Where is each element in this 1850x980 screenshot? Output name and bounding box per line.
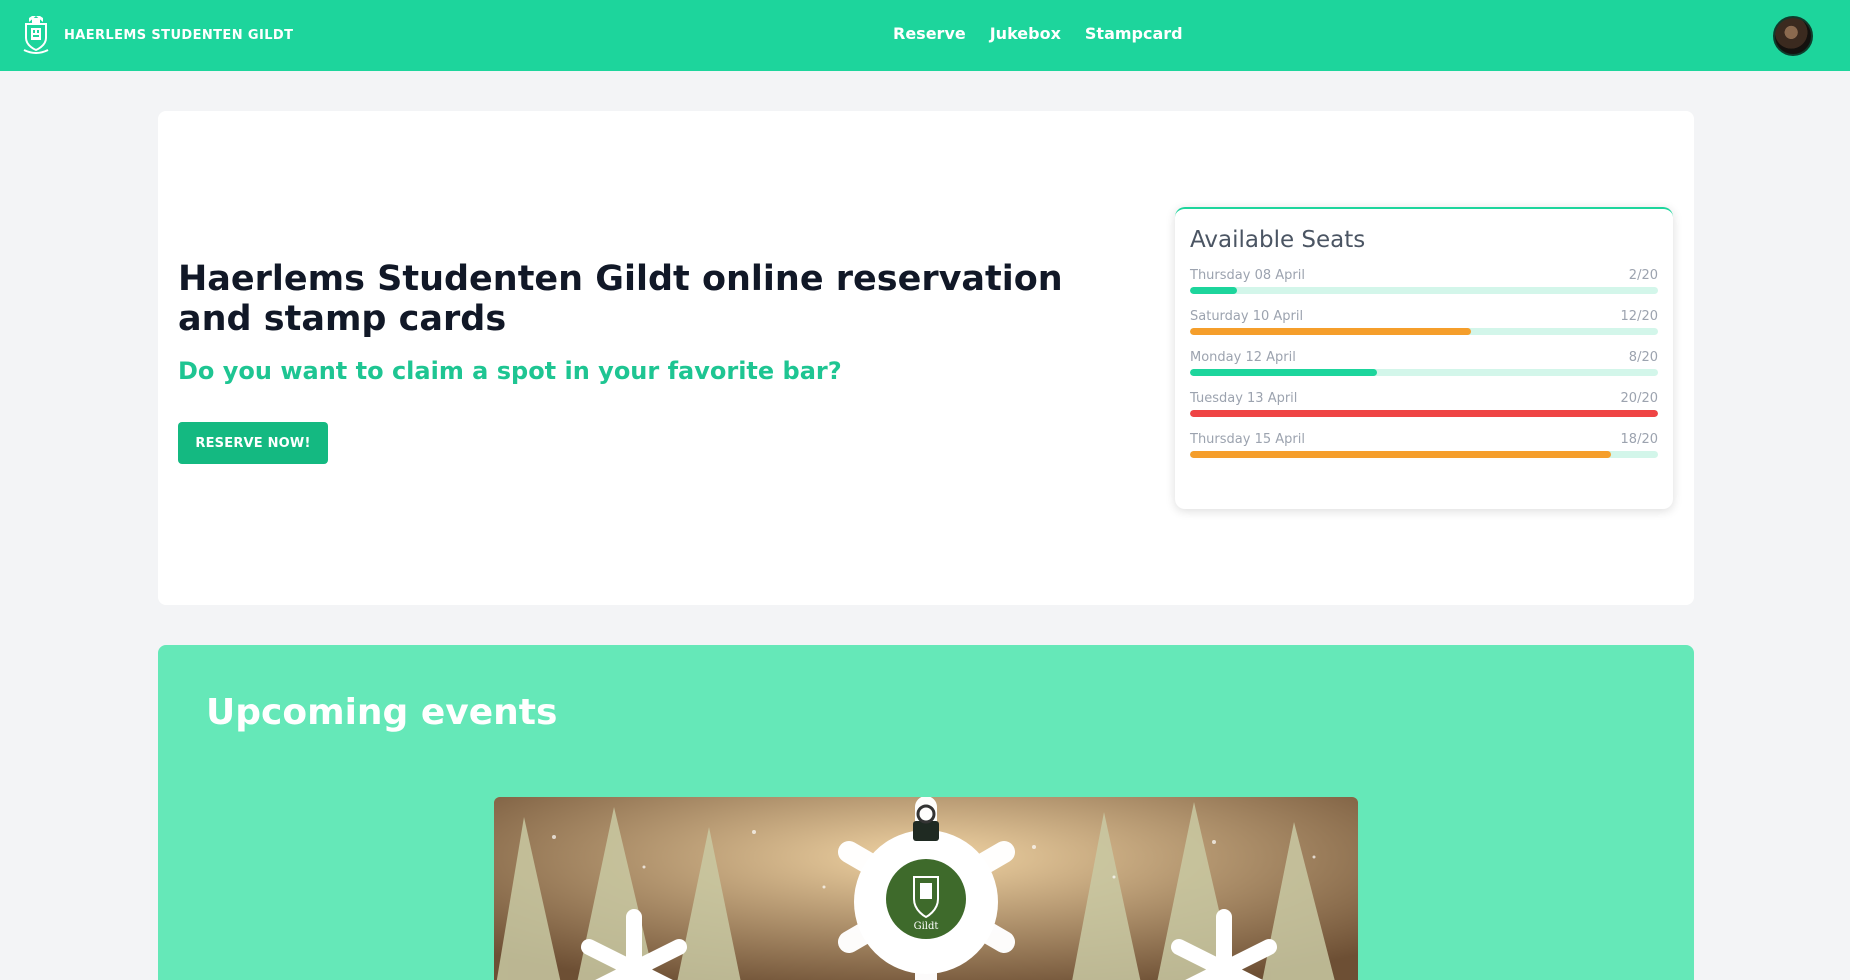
seat-date: Thursday 15 April — [1190, 432, 1305, 447]
seat-row: Tuesday 13 April 20/20 — [1190, 391, 1658, 417]
seat-progress-fill — [1190, 328, 1471, 335]
seat-row: Thursday 15 April 18/20 — [1190, 432, 1658, 458]
nav-link-jukebox[interactable]: Jukebox — [990, 24, 1061, 43]
seat-row: Thursday 08 April 2/20 — [1190, 268, 1658, 294]
seat-progress-fill — [1190, 451, 1612, 458]
seat-count: 2/20 — [1628, 268, 1658, 283]
nav-link-stampcard[interactable]: Stampcard — [1085, 24, 1183, 43]
seat-progress-track — [1190, 328, 1658, 335]
seat-row: Monday 12 April 8/20 — [1190, 350, 1658, 376]
nav-links: Reserve Jukebox Stampcard — [893, 24, 1183, 43]
seat-progress-fill — [1190, 369, 1378, 376]
seat-count: 12/20 — [1620, 309, 1658, 324]
shield-logo-icon — [23, 16, 49, 54]
seat-progress-track — [1190, 410, 1658, 417]
events-title: Upcoming events — [206, 692, 558, 733]
christmas-banner-art: Gildt — [494, 797, 1358, 980]
seat-date: Thursday 08 April — [1190, 268, 1305, 283]
seat-date: Tuesday 13 April — [1190, 391, 1298, 406]
brand-link[interactable]: HAERLEMS STUDENTEN GILDT — [22, 14, 293, 56]
brand-title: HAERLEMS STUDENTEN GILDT — [64, 27, 294, 43]
upcoming-events-section: Upcoming events Gildt — [158, 645, 1694, 980]
available-seats-card: Available Seats Thursday 08 April 2/20 S… — [1175, 207, 1673, 509]
event-banner-image[interactable]: Gildt — [494, 797, 1358, 980]
seats-title: Available Seats — [1190, 227, 1366, 253]
seat-progress-track — [1190, 287, 1658, 294]
hero-card: Haerlems Studenten Gildt online reservat… — [158, 111, 1694, 605]
hero-title: Haerlems Studenten Gildt online reservat… — [178, 259, 1063, 339]
seat-date: Monday 12 April — [1190, 350, 1296, 365]
seat-progress-fill — [1190, 287, 1237, 294]
ornament-label: Gildt — [914, 921, 939, 932]
reserve-now-button[interactable]: RESERVE NOW! — [178, 422, 328, 464]
seat-date: Saturday 10 April — [1190, 309, 1304, 324]
top-navbar: HAERLEMS STUDENTEN GILDT Reserve Jukebox… — [0, 0, 1850, 71]
seat-count: 20/20 — [1620, 391, 1658, 406]
seat-progress-track — [1190, 451, 1658, 458]
seat-count: 18/20 — [1620, 432, 1658, 447]
seat-progress-fill — [1190, 410, 1658, 417]
seat-row: Saturday 10 April 12/20 — [1190, 309, 1658, 335]
seat-count: 8/20 — [1628, 350, 1658, 365]
seat-progress-track — [1190, 369, 1658, 376]
user-avatar[interactable] — [1773, 16, 1813, 56]
nav-link-reserve[interactable]: Reserve — [893, 24, 966, 43]
hero-subtitle: Do you want to claim a spot in your favo… — [178, 357, 842, 385]
